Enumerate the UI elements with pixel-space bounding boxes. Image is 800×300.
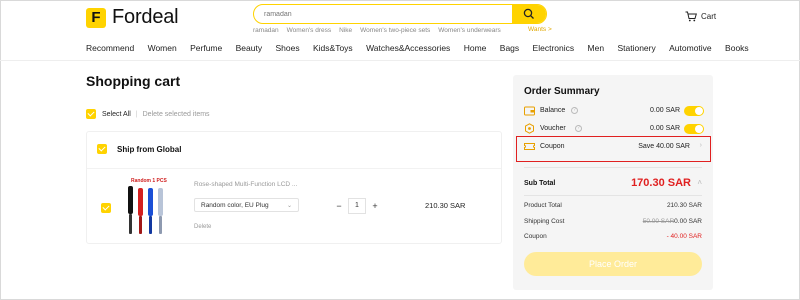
suggestion-link[interactable]: Women's dress	[287, 27, 331, 34]
category-item[interactable]: Watches&Accessories	[366, 43, 450, 53]
select-all-checkbox[interactable]	[86, 109, 96, 119]
category-item[interactable]: Perfume	[190, 43, 222, 53]
search-input[interactable]	[254, 5, 514, 23]
highlight-box	[516, 136, 711, 162]
curler-blue	[148, 188, 153, 234]
qty-input[interactable]: 1	[348, 198, 366, 214]
coupon-discount-row: Coupon - 40.00 SAR	[524, 233, 702, 240]
shipping-row: Shipping Cost 50.00 SAR0.00 SAR	[524, 218, 702, 225]
voucher-icon	[525, 123, 534, 134]
suggestion-link[interactable]: ramadan	[253, 27, 279, 34]
category-item[interactable]: Electronics	[533, 43, 575, 53]
curler-silver	[158, 188, 163, 234]
category-item[interactable]: Home	[464, 43, 487, 53]
delete-selected-link[interactable]: Delete selected items	[143, 111, 210, 118]
select-all-row: Select All | Delete selected items	[86, 109, 210, 119]
select-all-label[interactable]: Select All	[102, 111, 131, 118]
wallet-icon	[524, 106, 535, 116]
divider	[87, 168, 501, 169]
divider	[0, 60, 800, 61]
ship-from-label: Ship from Global	[117, 144, 182, 154]
category-item[interactable]: Women	[148, 43, 177, 53]
cart-icon	[685, 11, 697, 22]
separator: |	[135, 110, 138, 118]
category-item[interactable]: Beauty	[236, 43, 262, 53]
product-total-label: Product Total	[524, 202, 562, 209]
item-price: 210.30 SAR	[425, 201, 466, 210]
voucher-toggle[interactable]	[684, 124, 704, 134]
product-name[interactable]: Rose-shaped Multi-Function LCD ...	[194, 181, 297, 188]
shipping-label: Shipping Cost	[524, 218, 565, 225]
subtotal-amount: 170.30 SAR	[631, 177, 691, 189]
shipment-group: Ship from Global Random 1 PCS Rose-shape…	[86, 131, 502, 244]
variant-select[interactable]: Random color, EU Plug ⌄	[194, 198, 299, 212]
product-image[interactable]	[120, 176, 180, 238]
category-nav: Recommend Women Perfume Beauty Shoes Kid…	[86, 43, 749, 53]
balance-row: Balance ? 0.00 SAR	[524, 105, 704, 117]
suggestion-link[interactable]: Women's underwears	[438, 27, 501, 34]
chevron-up-icon[interactable]: ˄	[697, 178, 702, 187]
shipment-header: Ship from Global	[97, 144, 181, 154]
search-bar	[253, 4, 547, 24]
qty-decrease-button[interactable]: −	[330, 198, 348, 214]
wants-link[interactable]: Wants >	[528, 26, 552, 33]
category-item[interactable]: Shoes	[275, 43, 299, 53]
curler-red	[138, 188, 143, 234]
product-total-row: Product Total 210.30 SAR	[524, 202, 702, 209]
logo[interactable]: F Fordeal	[86, 6, 179, 29]
category-item[interactable]: Kids&Toys	[313, 43, 353, 53]
search-button[interactable]	[512, 5, 546, 23]
category-item[interactable]: Stationery	[617, 43, 655, 53]
balance-label: Balance	[540, 107, 566, 114]
divider	[524, 195, 702, 196]
order-summary-title: Order Summary	[524, 86, 600, 97]
category-item[interactable]: Men	[588, 43, 605, 53]
qty-increase-button[interactable]: +	[366, 198, 384, 214]
cart-label: Cart	[701, 12, 717, 21]
voucher-amount: 0.00 SAR	[650, 125, 680, 132]
chevron-down-icon: ⌄	[286, 203, 292, 209]
page-title: Shopping cart	[86, 73, 181, 89]
divider	[524, 167, 702, 168]
suggestion-link[interactable]: Nike	[339, 27, 352, 34]
shipping-new-price: 0.00 SAR	[674, 218, 702, 225]
voucher-label: Voucher	[540, 125, 566, 132]
item-checkbox[interactable]	[101, 203, 111, 213]
category-item[interactable]: Recommend	[86, 43, 134, 53]
coupon-discount-amount: - 40.00 SAR	[666, 233, 702, 240]
category-item[interactable]: Books	[725, 43, 749, 53]
curler-black	[128, 186, 133, 234]
logo-mark: F	[86, 7, 106, 28]
balance-amount: 0.00 SAR	[650, 107, 680, 114]
order-summary-panel: Order Summary Balance ? 0.00 SAR Voucher…	[513, 75, 713, 290]
shipping-old-price: 50.00 SAR	[642, 218, 675, 225]
category-item[interactable]: Bags	[500, 43, 519, 53]
category-item[interactable]: Automotive	[669, 43, 712, 53]
product-total-amount: 210.30 SAR	[666, 202, 702, 209]
quantity-stepper: − 1 +	[330, 198, 384, 214]
info-icon[interactable]: ?	[575, 125, 582, 132]
shipping-amount: 50.00 SAR0.00 SAR	[643, 218, 702, 225]
search-suggestions: ramadan Women's dress Nike Women's two-p…	[253, 27, 501, 34]
voucher-row: Voucher ? 0.00 SAR	[524, 123, 704, 135]
search-icon	[523, 8, 534, 19]
coupon-discount-label: Coupon	[524, 233, 547, 240]
suggestion-link[interactable]: Women's two-piece sets	[360, 27, 430, 34]
info-icon[interactable]: ?	[571, 107, 578, 114]
logo-text: Fordeal	[112, 6, 179, 28]
subtotal-label: Sub Total	[524, 180, 556, 187]
promo-tag: Random 1 PCS	[131, 178, 167, 184]
place-order-button[interactable]: Place Order	[524, 252, 702, 276]
variant-value: Random color, EU Plug	[201, 202, 269, 209]
shipment-checkbox[interactable]	[97, 144, 107, 154]
balance-toggle[interactable]	[684, 106, 704, 116]
cart-link[interactable]: Cart	[685, 11, 716, 22]
delete-item-link[interactable]: Delete	[194, 224, 211, 230]
